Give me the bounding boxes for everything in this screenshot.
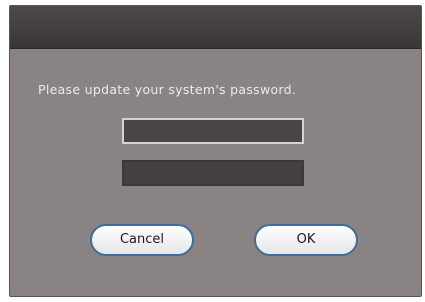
password-input[interactable] (122, 118, 304, 144)
confirm-password-input[interactable] (122, 160, 304, 186)
cancel-button[interactable]: Cancel (90, 224, 194, 256)
password-update-dialog: Please update your system's password. Ca… (9, 5, 422, 297)
ok-button[interactable]: OK (254, 224, 358, 256)
dialog-title-bar[interactable] (10, 6, 421, 49)
dialog-message: Please update your system's password. (38, 82, 297, 97)
